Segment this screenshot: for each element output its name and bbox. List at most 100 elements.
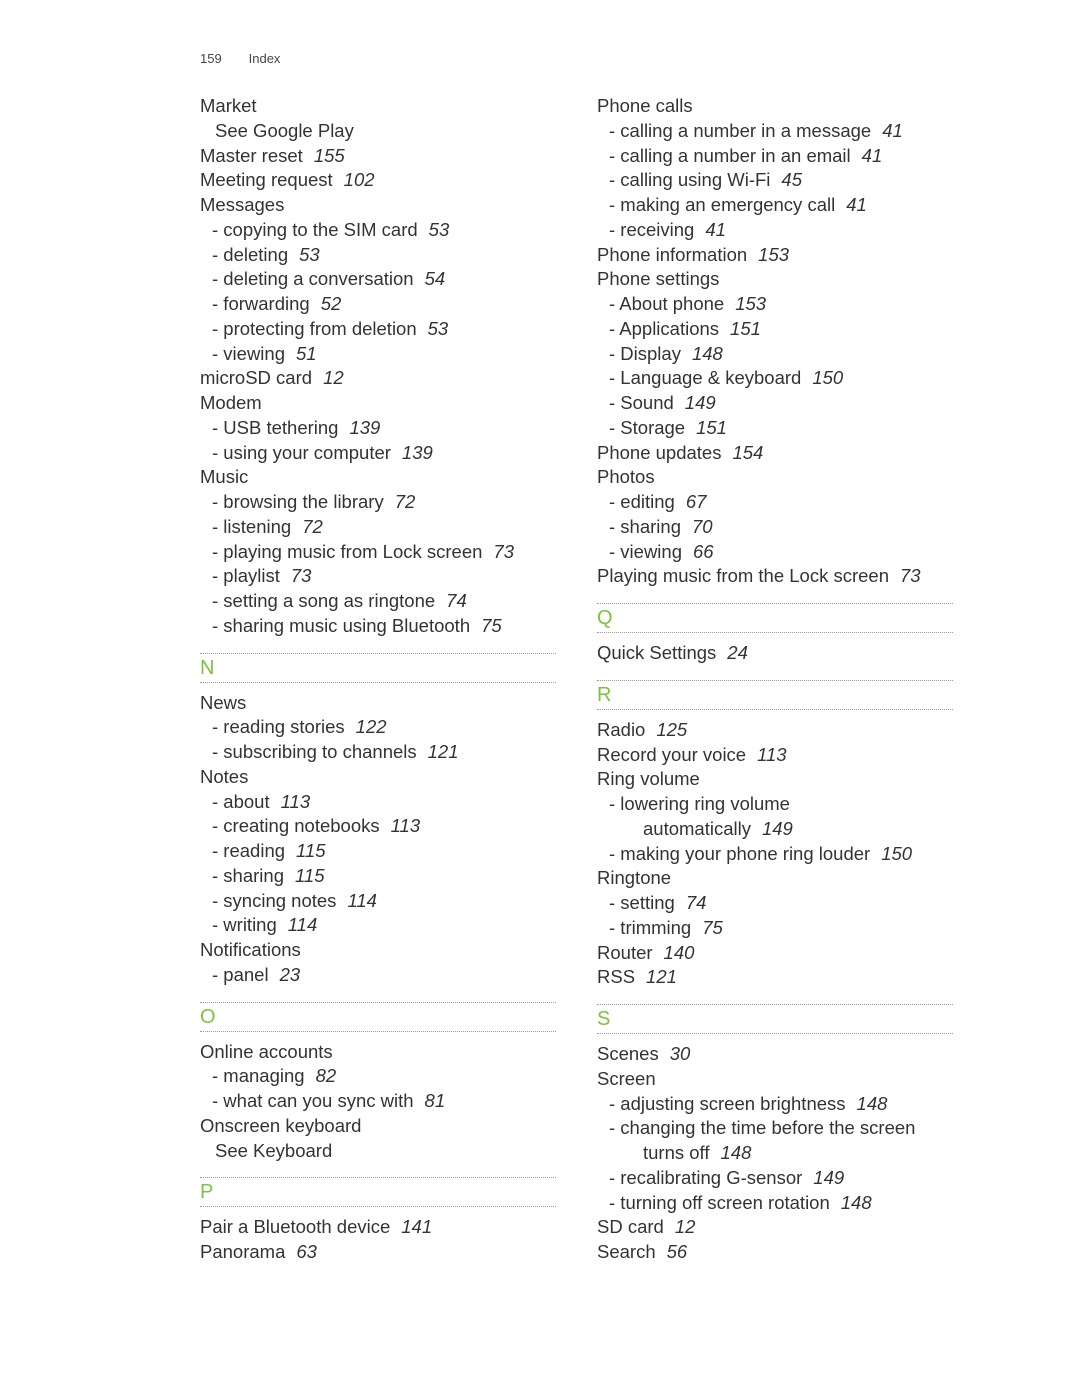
page-reference-link[interactable]: 75 [481, 615, 502, 636]
page-reference-link[interactable]: 52 [321, 293, 342, 314]
entry-text: - about [212, 790, 270, 812]
entry-text: Meeting request [200, 169, 333, 191]
page-reference-link[interactable]: 74 [446, 590, 467, 611]
page-reference-link[interactable]: 72 [302, 516, 323, 537]
index-subentry: - calling a number in an email 41 [597, 144, 953, 169]
index-entry: Photos [597, 465, 953, 490]
entry-text: - receiving [609, 218, 695, 240]
page-reference-link[interactable]: 23 [280, 964, 301, 985]
entry-text: Notes [200, 765, 249, 787]
index-entry: Notifications [200, 938, 556, 963]
page-reference-link[interactable]: 153 [735, 293, 766, 314]
page-reference-link[interactable]: 72 [395, 491, 416, 512]
page-reference-link[interactable]: 73 [493, 541, 514, 562]
entry-text: - trimming [609, 916, 692, 938]
page-reference-link[interactable]: 73 [900, 565, 921, 586]
page-reference-link[interactable]: 148 [857, 1093, 888, 1114]
page-reference-link[interactable]: 153 [758, 244, 789, 265]
page-reference-link[interactable]: 41 [846, 194, 867, 215]
page-reference-link[interactable]: 41 [862, 145, 883, 166]
page-reference-link[interactable]: 30 [670, 1043, 691, 1064]
page-reference-link[interactable]: 102 [344, 169, 375, 190]
page-reference-link[interactable]: 53 [299, 244, 320, 265]
entry-text: News [200, 691, 247, 713]
index-subentry: - making an emergency call 41 [597, 193, 953, 218]
page-reference-link[interactable]: 148 [692, 343, 723, 364]
page-reference-link[interactable]: 122 [356, 716, 387, 737]
page-reference-link[interactable]: 74 [686, 892, 707, 913]
entry-text: - copying to the SIM card [212, 218, 418, 240]
page-reference-link[interactable]: 149 [762, 818, 793, 839]
page-reference-link[interactable]: 41 [882, 120, 903, 141]
page-reference-link[interactable]: 121 [646, 966, 677, 987]
page-reference-link[interactable]: 113 [281, 791, 311, 812]
page-reference-link[interactable]: 63 [296, 1241, 317, 1262]
page-reference-link[interactable]: 150 [812, 367, 843, 388]
page-reference-link[interactable]: 56 [667, 1241, 688, 1262]
entry-text: - Applications [609, 317, 720, 339]
dotted-divider [597, 708, 953, 710]
entry-text: - changing the time before the screen [609, 1117, 916, 1139]
page-reference-link[interactable]: 82 [316, 1065, 337, 1086]
page-reference-link[interactable]: 148 [841, 1192, 872, 1213]
letter-section-n: N [200, 652, 556, 683]
page-reference-link[interactable]: 150 [881, 843, 912, 864]
index-subentry: - listening 72 [200, 515, 556, 540]
index-entry: Meeting request 102 [200, 168, 556, 193]
index-subentry: - recalibrating G-sensor 149 [597, 1166, 953, 1191]
entry-text: - calling a number in an email [609, 144, 851, 166]
index-entry: Phone settings [597, 267, 953, 292]
index-column-left: Market See Google Play Master reset 155 Meet… [200, 94, 556, 1265]
entry-text: Online accounts [200, 1040, 333, 1062]
page-reference-link[interactable]: 12 [323, 367, 344, 388]
page-reference-link[interactable]: 139 [349, 417, 380, 438]
page-reference-link[interactable]: 51 [296, 343, 317, 364]
page-reference-link[interactable]: 45 [781, 169, 802, 190]
index-entry: Record your voice 113 [597, 743, 953, 768]
index-entry: News [200, 691, 556, 716]
page-reference-link[interactable]: 139 [402, 442, 433, 463]
page-reference-link[interactable]: 41 [705, 219, 726, 240]
dotted-divider [597, 1033, 953, 1034]
page-reference-link[interactable]: 125 [656, 719, 687, 740]
entry-text: - creating notebooks [212, 815, 380, 837]
page-reference-link[interactable]: 155 [314, 145, 345, 166]
entry-text: RSS [597, 966, 636, 988]
entry-text: Market [200, 95, 257, 116]
entry-text: - recalibrating G-sensor [609, 1166, 803, 1188]
entry-text: - playing music from Lock screen [212, 540, 483, 562]
entry-text: microSD card [200, 367, 313, 389]
page-reference-link[interactable]: 140 [664, 942, 695, 963]
page-reference-link[interactable]: 24 [727, 642, 748, 663]
page-reference-link[interactable]: 113 [757, 744, 787, 765]
page-reference-link[interactable]: 81 [425, 1090, 446, 1111]
page-reference-link[interactable]: 148 [721, 1142, 752, 1163]
page-reference-link[interactable]: 54 [425, 268, 446, 289]
page-reference-link[interactable]: 141 [401, 1216, 432, 1237]
page-reference-link[interactable]: 114 [288, 914, 318, 935]
page-reference-link[interactable]: 149 [813, 1167, 844, 1188]
entry-text: - panel [212, 963, 269, 985]
page-reference-link[interactable]: 75 [702, 917, 723, 938]
page-reference-link[interactable]: 115 [296, 840, 326, 861]
page-reference-link[interactable]: 66 [693, 541, 714, 562]
page-reference-link[interactable]: 113 [391, 815, 421, 836]
page-reference-link[interactable]: 70 [692, 516, 713, 537]
page-reference-link[interactable]: 151 [696, 417, 727, 438]
page-reference-link[interactable]: 149 [685, 392, 716, 413]
page-reference-link[interactable]: 53 [429, 219, 450, 240]
index-entry: Playing music from the Lock screen 73 [597, 564, 953, 589]
index-entry: Pair a Bluetooth device 141 [200, 1215, 556, 1240]
page-reference-link[interactable]: 67 [686, 491, 707, 512]
page-reference-link[interactable]: 151 [730, 318, 761, 339]
page-reference-link[interactable]: 121 [428, 741, 459, 762]
entry-text: - listening [212, 515, 292, 537]
page-reference-link[interactable]: 73 [291, 565, 312, 586]
page-reference-link[interactable]: 114 [347, 890, 377, 911]
page-reference-link[interactable]: 115 [295, 865, 325, 886]
page-reference-link[interactable]: 154 [732, 442, 763, 463]
dotted-divider [200, 681, 556, 683]
page-reference-link[interactable]: 12 [675, 1216, 696, 1237]
index-subentry: - forwarding 52 [200, 292, 556, 317]
page-reference-link[interactable]: 53 [428, 318, 449, 339]
